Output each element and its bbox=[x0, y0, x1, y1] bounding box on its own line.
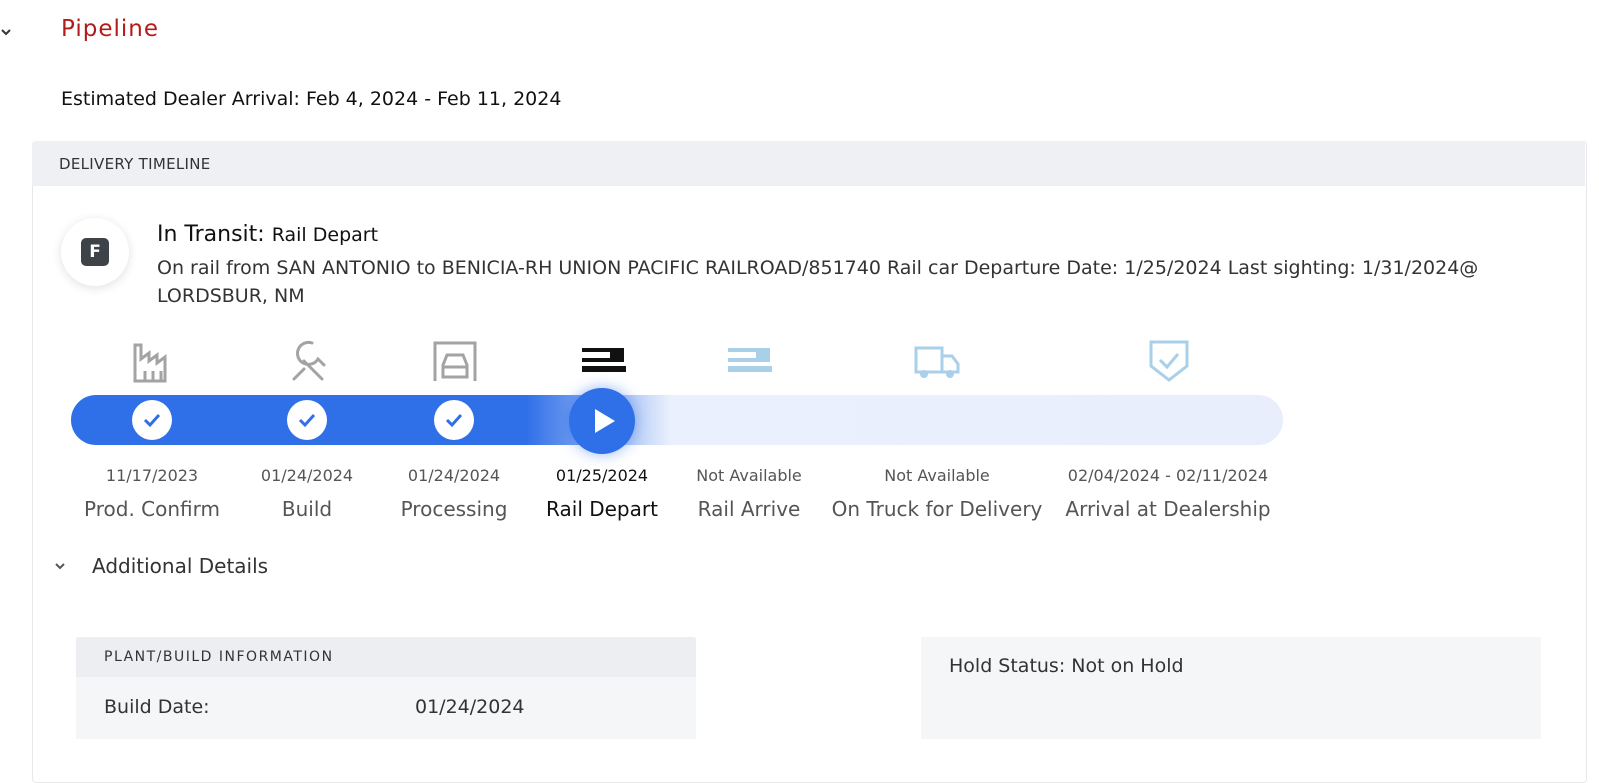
eta-value: Feb 4, 2024 - Feb 11, 2024 bbox=[306, 88, 562, 110]
train-icon bbox=[582, 348, 626, 372]
additional-details-chevron-icon[interactable] bbox=[54, 560, 66, 572]
build-date-label: Build Date: bbox=[104, 696, 210, 718]
hold-status-card: Hold Status: Not on Hold bbox=[921, 637, 1541, 739]
eta-label: Estimated Dealer Arrival: bbox=[61, 88, 300, 110]
stage-date-arrival: 02/04/2024 - 02/11/2024 bbox=[1067, 466, 1269, 485]
build-date-value: 01/24/2024 bbox=[415, 696, 525, 718]
brand-letter: F bbox=[81, 238, 109, 266]
play-icon bbox=[595, 409, 615, 433]
factory-icon bbox=[133, 343, 167, 383]
collapse-chevron-icon[interactable] bbox=[0, 26, 12, 38]
stage-date-truck: Not Available bbox=[884, 466, 990, 485]
garage-car-icon bbox=[433, 341, 477, 381]
transit-status: In Transit: Rail Depart bbox=[157, 222, 378, 247]
check-icon bbox=[143, 413, 161, 428]
check-icon bbox=[298, 413, 316, 428]
train-icon bbox=[728, 348, 772, 372]
stage-done-check bbox=[434, 400, 474, 440]
status-label: In Transit: bbox=[157, 222, 265, 247]
additional-details-toggle[interactable]: Additional Details bbox=[92, 554, 268, 578]
truck-icon bbox=[914, 346, 960, 378]
estimated-arrival: Estimated Dealer Arrival: Feb 4, 2024 - … bbox=[61, 88, 561, 110]
plant-build-header: PLANT/BUILD INFORMATION bbox=[76, 637, 696, 677]
stage-label-arrival: Arrival at Dealership bbox=[1065, 497, 1271, 521]
stage-date-rail-arrive: Not Available bbox=[696, 466, 802, 485]
plant-build-title: PLANT/BUILD INFORMATION bbox=[104, 649, 334, 665]
stage-done-check bbox=[287, 400, 327, 440]
stage-done-check bbox=[132, 400, 172, 440]
check-icon bbox=[445, 413, 463, 428]
shield-check-icon bbox=[1149, 340, 1189, 382]
hold-status: Hold Status: Not on Hold bbox=[949, 655, 1184, 677]
stage-label-truck: On Truck for Delivery bbox=[831, 497, 1043, 521]
pipeline-title[interactable]: Pipeline bbox=[61, 16, 159, 42]
progress-track bbox=[71, 395, 1283, 445]
delivery-timeline-header: DELIVERY TIMELINE bbox=[32, 141, 1585, 186]
brand-avatar: F bbox=[61, 218, 129, 286]
current-stage-marker bbox=[569, 388, 635, 454]
transit-description: On rail from SAN ANTONIO to BENICIA-RH U… bbox=[157, 257, 1479, 307]
delivery-timeline-title: DELIVERY TIMELINE bbox=[59, 155, 211, 173]
status-value: Rail Depart bbox=[271, 224, 379, 246]
wrench-icon bbox=[292, 340, 326, 381]
